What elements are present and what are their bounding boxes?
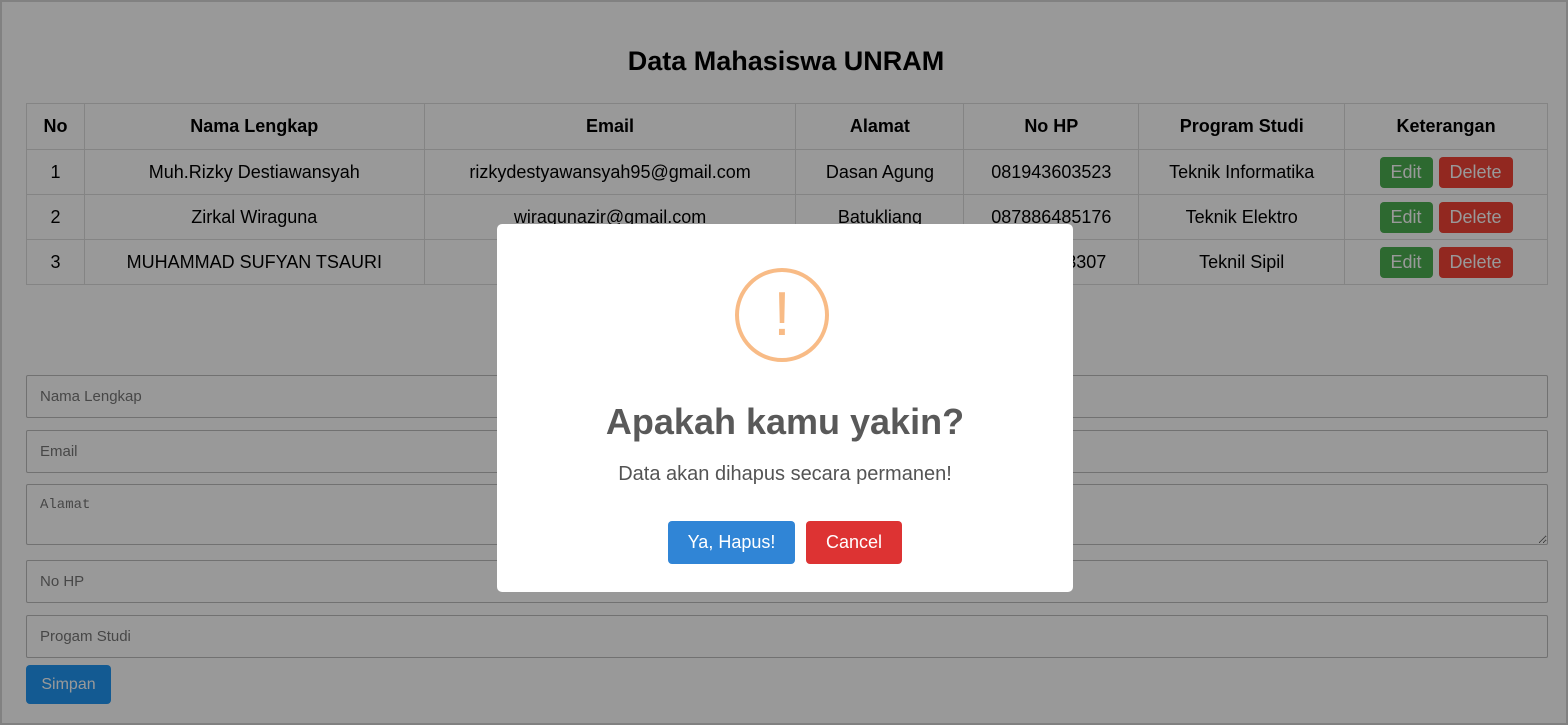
dialog-actions: Ya, Hapus! Cancel xyxy=(497,521,1073,564)
dialog-message: Data akan dihapus secara permanen! xyxy=(618,463,952,485)
dialog-title: Apakah kamu yakin? xyxy=(605,401,965,442)
confirm-delete-button[interactable]: Ya, Hapus! xyxy=(668,521,795,564)
exclamation-icon: ! xyxy=(735,268,829,362)
confirm-delete-dialog: ! Apakah kamu yakin? Data akan dihapus s… xyxy=(497,224,1073,592)
cancel-button[interactable]: Cancel xyxy=(806,521,902,564)
